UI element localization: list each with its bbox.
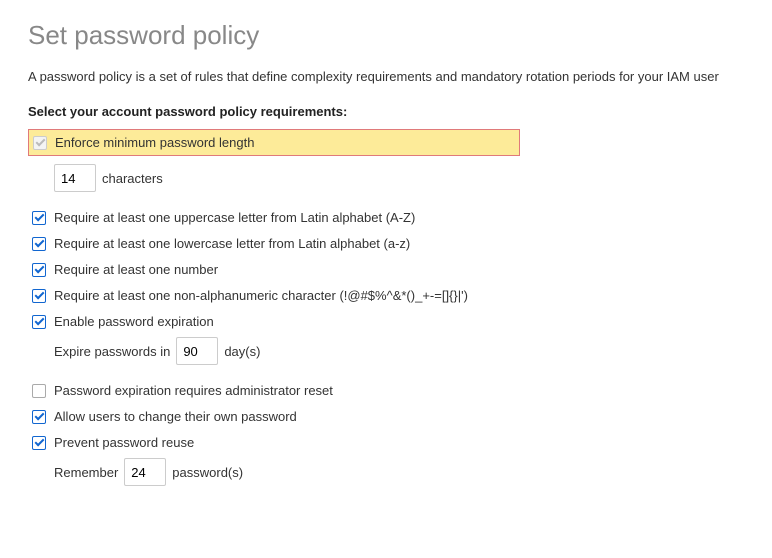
option-expiration-row: Enable password expiration [28,310,744,333]
lowercase-label: Require at least one lowercase letter fr… [54,236,410,251]
option-prevent-reuse-row: Prevent password reuse [28,431,744,454]
admin-reset-label: Password expiration requires administrat… [54,383,333,398]
expiration-label: Enable password expiration [54,314,214,329]
expiration-prefix: Expire passwords in [54,344,170,359]
admin-reset-checkbox[interactable] [32,384,46,398]
expiration-input[interactable] [176,337,218,365]
lowercase-checkbox[interactable] [32,237,46,251]
option-min-length-row: Enforce minimum password length [28,129,520,156]
option-allow-change-row: Allow users to change their own password [28,405,744,428]
expiration-sub-row: Expire passwords in day(s) [54,337,744,365]
prevent-reuse-suffix: password(s) [172,465,243,480]
option-uppercase-row: Require at least one uppercase letter fr… [28,206,744,229]
min-length-input[interactable] [54,164,96,192]
option-number-row: Require at least one number [28,258,744,281]
uppercase-checkbox[interactable] [32,211,46,225]
number-label: Require at least one number [54,262,218,277]
min-length-label: Enforce minimum password length [55,135,254,150]
option-admin-reset-row: Password expiration requires administrat… [28,379,744,402]
min-length-checkbox[interactable] [33,136,47,150]
expiration-suffix: day(s) [224,344,260,359]
prevent-reuse-prefix: Remember [54,465,118,480]
uppercase-label: Require at least one uppercase letter fr… [54,210,415,225]
nonalpha-label: Require at least one non-alphanumeric ch… [54,288,468,303]
option-lowercase-row: Require at least one lowercase letter fr… [28,232,744,255]
allow-change-checkbox[interactable] [32,410,46,424]
page-title: Set password policy [28,20,744,51]
policy-description: A password policy is a set of rules that… [28,69,744,84]
expiration-checkbox[interactable] [32,315,46,329]
prevent-reuse-sub-row: Remember password(s) [54,458,744,486]
nonalpha-checkbox[interactable] [32,289,46,303]
min-length-suffix: characters [102,171,163,186]
number-checkbox[interactable] [32,263,46,277]
prevent-reuse-input[interactable] [124,458,166,486]
min-length-sub-row: characters [54,164,744,192]
section-label: Select your account password policy requ… [28,104,744,119]
prevent-reuse-checkbox[interactable] [32,436,46,450]
option-nonalpha-row: Require at least one non-alphanumeric ch… [28,284,744,307]
prevent-reuse-label: Prevent password reuse [54,435,194,450]
allow-change-label: Allow users to change their own password [54,409,297,424]
